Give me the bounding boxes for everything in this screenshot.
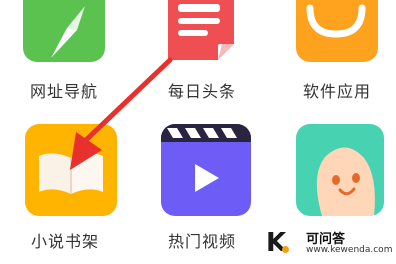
app-icon-software-apps[interactable] bbox=[296, 0, 378, 62]
watermark-logo: K bbox=[266, 228, 287, 258]
app-icon-bean-character[interactable] bbox=[296, 124, 384, 216]
app-icon-website-nav[interactable] bbox=[23, 0, 105, 62]
watermark: K 可问答 www.kewenda.com bbox=[262, 226, 392, 262]
newspaper-icon bbox=[168, 0, 234, 60]
watermark-domain: www.kewenda.com bbox=[306, 245, 393, 255]
shopping-bag-icon bbox=[306, 4, 366, 38]
app-label-hot-videos: 热门视频 bbox=[168, 232, 237, 251]
smiling-bean-icon bbox=[316, 147, 375, 216]
app-label-website-nav: 网址导航 bbox=[30, 82, 99, 101]
app-label-daily-headlines: 每日头条 bbox=[168, 82, 237, 101]
app-icon-novel-bookshelf[interactable] bbox=[25, 124, 117, 216]
app-label-novel-bookshelf: 小说书架 bbox=[31, 232, 100, 251]
app-label-software-apps: 软件应用 bbox=[303, 82, 372, 101]
video-play-icon bbox=[161, 124, 251, 192]
compass-icon bbox=[51, 6, 85, 58]
watermark-logo-dot bbox=[282, 246, 289, 253]
app-icon-daily-headlines[interactable] bbox=[162, 0, 242, 62]
app-icon-hot-videos[interactable] bbox=[161, 124, 251, 216]
open-book-icon bbox=[39, 153, 103, 194]
